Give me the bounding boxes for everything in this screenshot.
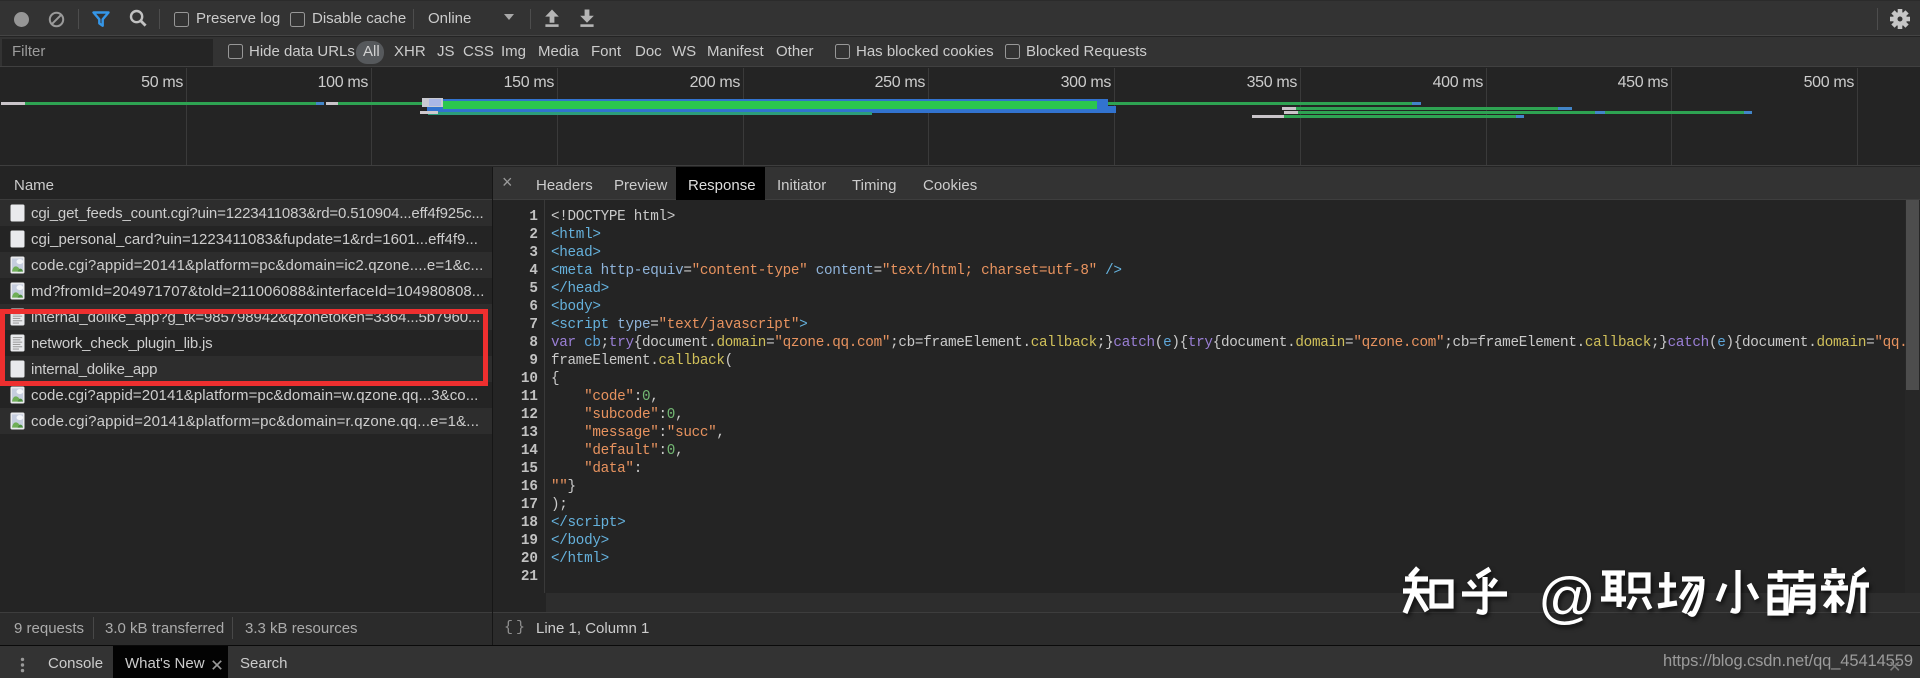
svg-text:@: @ xyxy=(1538,566,1596,628)
